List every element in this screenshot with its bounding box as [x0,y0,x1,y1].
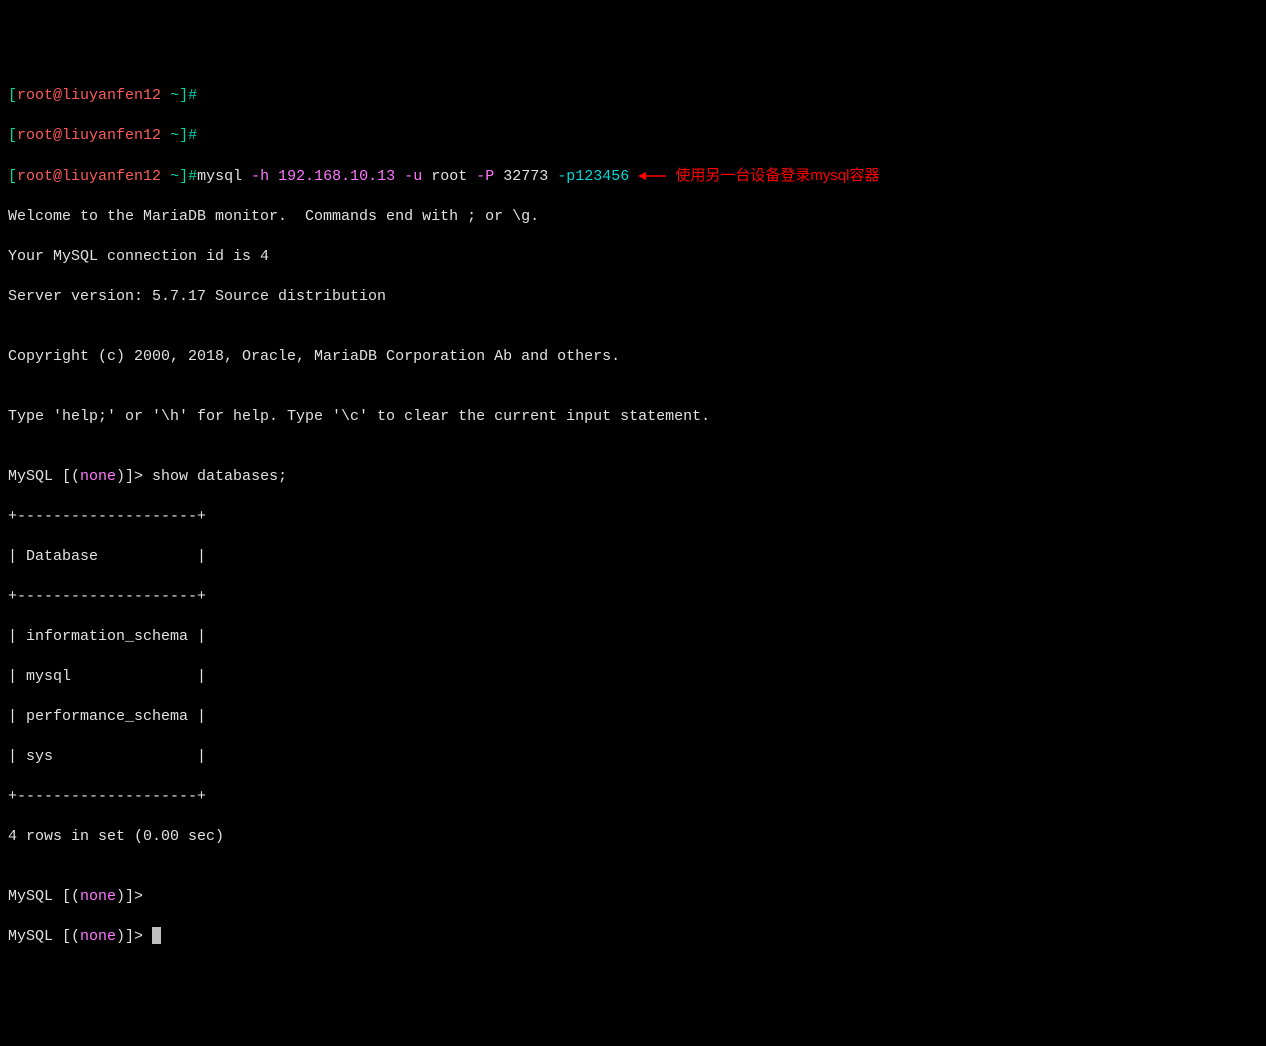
bracket-close: ] [179,127,188,144]
prompt-user: root [17,127,53,144]
output-version: Server version: 5.7.17 Source distributi… [8,287,1258,307]
mysql-prompt-none: none [80,468,116,485]
cmd-h-flag: -h [251,168,269,185]
table-sep-mid: +--------------------+ [8,587,1258,607]
mysql-prompt-none: none [80,928,116,945]
output-copyright: Copyright (c) 2000, 2018, Oracle, MariaD… [8,347,1258,367]
table-row: | information_schema | [8,627,1258,647]
mysql-prompt-suffix: )]> [116,888,152,905]
cmd-ip: 192.168.10.13 [269,168,404,185]
mysql-prompt-cursor[interactable]: MySQL [(none)]> [8,927,1258,947]
table-sep-top: +--------------------+ [8,507,1258,527]
prompt-line-2: [root@liuyanfen12 ~]# [8,126,1258,146]
mysql-prompt-suffix: )]> [116,928,152,945]
prompt-path: ~ [161,87,179,104]
output-welcome: Welcome to the MariaDB monitor. Commands… [8,207,1258,227]
prompt-hash: # [188,87,197,104]
prompt-host: liuyanfen12 [62,168,161,185]
table-row: | performance_schema | [8,707,1258,727]
table-footer: 4 rows in set (0.00 sec) [8,827,1258,847]
prompt-line-1: [root@liuyanfen12 ~]# [8,86,1258,106]
prompt-hash: # [188,168,197,185]
output-connection: Your MySQL connection id is 4 [8,247,1258,267]
cmd-port: 32773 [494,168,557,185]
mysql-prompt-prefix: MySQL [( [8,928,80,945]
table-row: | mysql | [8,667,1258,687]
bracket-open: [ [8,87,17,104]
table-header: | Database | [8,547,1258,567]
prompt-host: liuyanfen12 [62,87,161,104]
mysql-prompt-prefix: MySQL [( [8,888,80,905]
cmd-mysql: mysql [197,168,251,185]
bracket-open: [ [8,168,17,185]
prompt-path: ~ [161,168,179,185]
table-sep-bottom: +--------------------+ [8,787,1258,807]
cursor-icon [152,927,161,944]
mysql-prompt-empty-1[interactable]: MySQL [(none)]> [8,887,1258,907]
mysql-prompt-prefix: MySQL [( [8,468,80,485]
bracket-close: ] [179,168,188,185]
prompt-at: @ [53,127,62,144]
cmd-port-flag: -P [476,168,494,185]
bracket-open: [ [8,127,17,144]
prompt-hash: # [188,127,197,144]
prompt-user: root [17,168,53,185]
query-show-databases: show databases; [152,468,287,485]
mysql-query-line[interactable]: MySQL [(none)]> show databases; [8,467,1258,487]
cmd-p-flag: -p [557,168,575,185]
arrow-icon [638,170,666,182]
prompt-at: @ [53,87,62,104]
prompt-host: liuyanfen12 [62,127,161,144]
mysql-prompt-suffix: )]> [116,468,152,485]
annotation-text: 使用另一台设备登录mysql容器 [675,167,879,184]
prompt-user: root [17,87,53,104]
cmd-root: root [422,168,476,185]
cmd-u-flag: -u [404,168,422,185]
cmd-password: 123456 [575,168,629,185]
command-line[interactable]: [root@liuyanfen12 ~]#mysql -h 192.168.10… [8,166,1258,187]
prompt-at: @ [53,168,62,185]
mysql-prompt-none: none [80,888,116,905]
output-help: Type 'help;' or '\h' for help. Type '\c'… [8,407,1258,427]
prompt-path: ~ [161,127,179,144]
table-row: | sys | [8,747,1258,767]
bracket-close: ] [179,87,188,104]
